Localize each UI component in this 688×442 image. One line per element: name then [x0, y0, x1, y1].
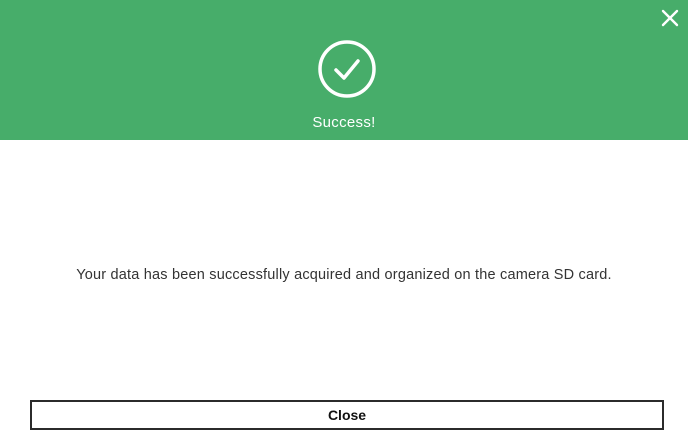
success-dialog: Success! Your data has been successfully… [0, 0, 688, 442]
dialog-title: Success! [312, 114, 376, 131]
close-button[interactable]: Close [30, 400, 664, 430]
dialog-header: Success! [0, 0, 688, 140]
success-message: Your data has been successfully acquired… [76, 267, 612, 283]
checkmark-circle-icon [318, 40, 376, 98]
close-icon[interactable] [658, 6, 682, 30]
